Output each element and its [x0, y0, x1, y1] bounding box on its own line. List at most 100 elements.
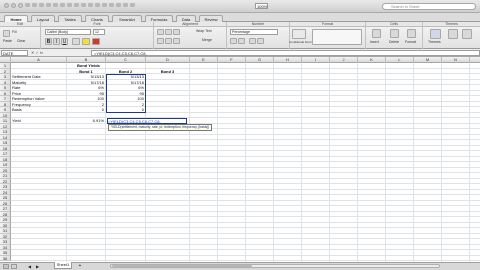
add-sheet-icon[interactable]: + [76, 263, 84, 269]
tab-layout[interactable]: Layout [31, 15, 55, 22]
theme-fonts-icon[interactable] [462, 29, 472, 39]
column-header-a[interactable]: A [11, 57, 67, 63]
tab-tables[interactable]: Tables [58, 15, 82, 22]
copy-icon[interactable] [60, 3, 65, 7]
tab-home[interactable]: Home [4, 15, 28, 22]
font-name-select[interactable]: Calibri (Body) [45, 29, 91, 35]
paste-icon[interactable] [3, 30, 10, 37]
fill-color-icon[interactable] [82, 38, 90, 45]
align-center-icon[interactable] [165, 38, 172, 44]
themes-icon[interactable] [430, 29, 441, 39]
column-header-g[interactable]: G [246, 57, 274, 63]
delete-cells-icon[interactable] [390, 29, 399, 38]
bond1-value-cell[interactable]: 0 [68, 107, 104, 113]
formula-input[interactable]: =YIELD(C3,C4,C5,C6,C7,C8, [91, 50, 480, 56]
filter-icon[interactable] [109, 3, 114, 7]
format-cells-icon[interactable] [407, 29, 416, 38]
column-header-o[interactable]: O [470, 57, 480, 63]
italic-icon[interactable]: I [53, 38, 60, 45]
align-left-icon[interactable] [157, 38, 164, 44]
help-icon[interactable] [130, 3, 135, 7]
column-header-n[interactable]: N [442, 57, 470, 63]
save-icon[interactable] [39, 3, 44, 7]
format-painter-icon[interactable] [74, 3, 79, 7]
currency-icon[interactable] [230, 38, 237, 44]
tab-review[interactable]: Review [199, 15, 223, 22]
zoom-select[interactable]: 100% [255, 3, 268, 9]
new-icon[interactable] [25, 3, 30, 7]
undo-icon[interactable] [81, 3, 86, 7]
themes-button[interactable]: Themes [428, 40, 441, 45]
header-bond3-cell[interactable]: Bond 3 [147, 69, 188, 75]
number-format-select[interactable]: Percentage [230, 29, 278, 35]
insert-button[interactable]: Insert [370, 40, 379, 45]
percent-icon[interactable] [238, 38, 245, 44]
cut-icon[interactable] [53, 3, 58, 7]
font-size-select[interactable]: 12 [93, 29, 105, 35]
paste-icon[interactable] [67, 3, 72, 7]
column-header-e[interactable]: E [190, 57, 218, 63]
sheet-tab[interactable]: Sheet1 [54, 262, 72, 269]
search-input[interactable]: Search in Sheet [382, 3, 476, 10]
align-top-icon[interactable] [157, 29, 164, 35]
autosum-icon[interactable] [95, 3, 100, 7]
theme-colors-icon[interactable] [448, 29, 458, 39]
first-sheet-icon[interactable]: ◀ [28, 264, 33, 269]
last-sheet-icon[interactable]: ▶ [36, 264, 41, 269]
conditional-formatting-icon[interactable] [292, 29, 306, 39]
page-layout-view-icon[interactable] [11, 264, 17, 269]
align-bottom-icon[interactable] [173, 29, 180, 35]
increase-decimal-icon[interactable] [249, 38, 256, 44]
clear-button[interactable]: Clear [17, 39, 25, 44]
column-header-d[interactable]: D [146, 57, 190, 63]
tab-data[interactable]: Data [176, 15, 196, 22]
merge-button[interactable]: Merge [202, 38, 212, 43]
column-header-i[interactable]: I [302, 57, 330, 63]
spreadsheet-grid[interactable]: ABCDEFGHIJKLMNOPQ 1234567891011121314151… [0, 57, 480, 262]
row-label-cell[interactable]: Basis [12, 107, 65, 113]
tab-smartart[interactable]: SmartArt [112, 15, 142, 22]
font-color-icon[interactable] [92, 38, 100, 45]
tab-formulas[interactable]: Formulas [145, 15, 173, 22]
open-icon[interactable] [32, 3, 37, 7]
column-gridline [189, 63, 190, 262]
yield-label-cell[interactable]: Yield [12, 118, 65, 124]
yield-bond2-edit-cell[interactable]: =YIELD(C3,C4,C5,C6,C7,C8, [107, 118, 187, 124]
zoom-window-button[interactable] [18, 3, 23, 8]
column-header-m[interactable]: M [414, 57, 442, 63]
function-icon[interactable]: fx [40, 50, 43, 55]
align-right-icon[interactable] [173, 38, 180, 44]
column-header-k[interactable]: K [358, 57, 386, 63]
print-icon[interactable] [46, 3, 51, 7]
wrap-text-button[interactable]: Wrap Text [196, 29, 212, 34]
cancel-icon[interactable]: ✕ [31, 50, 34, 55]
yield-bond1-cell[interactable]: 6.91% [68, 118, 104, 124]
format-button[interactable]: Format [405, 40, 416, 45]
enter-icon[interactable]: ✓ [35, 50, 38, 55]
align-middle-icon[interactable] [165, 29, 172, 35]
redo-icon[interactable] [88, 3, 93, 7]
fill-button[interactable]: Fill [12, 30, 16, 35]
gallery-icon[interactable] [116, 3, 121, 7]
sort-icon[interactable] [102, 3, 107, 7]
delete-button[interactable]: Delete [389, 40, 399, 45]
scrollbar-thumb[interactable] [112, 265, 252, 267]
insert-cells-icon[interactable] [372, 29, 381, 38]
decrease-decimal-icon[interactable] [257, 38, 264, 44]
column-header-f[interactable]: F [218, 57, 246, 63]
paste-button[interactable]: Paste [3, 39, 12, 44]
normal-view-icon[interactable] [3, 264, 9, 269]
column-header-l[interactable]: L [386, 57, 414, 63]
underline-icon[interactable]: U [61, 38, 68, 45]
column-header-h[interactable]: H [274, 57, 302, 63]
borders-icon[interactable] [72, 38, 80, 45]
styles-gallery[interactable] [312, 29, 362, 45]
close-window-button[interactable] [4, 3, 9, 8]
name-box[interactable]: DATE [1, 50, 28, 56]
row-header-36[interactable]: 36 [0, 255, 11, 261]
toolbox-icon[interactable] [123, 3, 128, 7]
column-header-j[interactable]: J [330, 57, 358, 63]
minimize-window-button[interactable] [11, 3, 16, 8]
tab-charts[interactable]: Charts [85, 15, 109, 22]
bold-icon[interactable]: B [45, 38, 52, 45]
